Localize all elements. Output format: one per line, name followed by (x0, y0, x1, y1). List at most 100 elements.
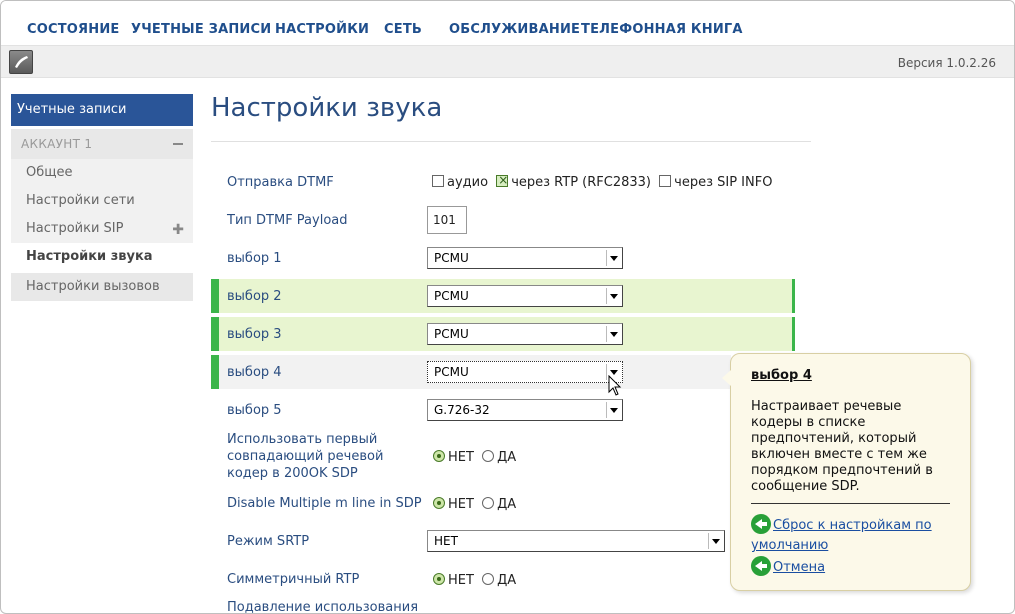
dtmf-label: Отправка DTMF (227, 175, 334, 190)
first-codec-label: Использовать первый совпадающий речевой … (227, 432, 384, 481)
dtmf-rtp-label: через RTP (RFC2833) (511, 175, 651, 190)
cancel-link[interactable]: Отмена (751, 556, 950, 578)
disable-mline-yes-radio[interactable] (482, 497, 495, 509)
disable-mline-no-label: НЕТ (448, 497, 474, 512)
chevron-down-icon (606, 288, 620, 304)
nav-settings[interactable]: НАСТРОЙКИ (275, 22, 369, 37)
expand-icon[interactable]: ✚ (172, 222, 184, 238)
nav-network[interactable]: СЕТЬ (384, 22, 422, 37)
row-first-codec: Использовать первый совпадающий речевой … (211, 431, 711, 487)
choice-3-label: выбор 3 (227, 327, 282, 342)
chevron-down-icon (606, 250, 620, 266)
cancel-label: Отмена (773, 560, 826, 575)
row-choice-4: выбор 4 PCMU (211, 355, 731, 389)
sym-rtp-options: НЕТ ДА (433, 573, 520, 588)
choice-5-label: выбор 5 (227, 403, 282, 418)
choice-4-select[interactable]: PCMU (427, 361, 623, 383)
chevron-down-icon (708, 533, 722, 549)
dtmf-audio-label: аудио (447, 175, 489, 190)
help-tooltip: выбор 4 Настраивает речевые кодеры в спи… (722, 353, 971, 591)
tooltip-body: Настраивает речевые кодеры в списке пред… (751, 399, 933, 494)
row-choice-3: выбор 3 PCMU (211, 317, 795, 351)
choice-2-value: PCMU (434, 289, 469, 303)
choice-5-value: G.726-32 (434, 403, 490, 417)
payload-input[interactable]: 101 (427, 206, 467, 234)
disable-mline-yes-label: ДА (497, 497, 517, 512)
first-codec-no-radio[interactable] (433, 450, 445, 462)
choice-2-select[interactable]: PCMU (427, 285, 623, 307)
sidebar-item-label: Настройки вызовов (26, 279, 160, 294)
row-choice-1: выбор 1 PCMU (211, 241, 795, 275)
top-navigation: СОСТОЯНИЕ УЧЕТНЫЕ ЗАПИСИ НАСТРОЙКИ СЕТЬ … (1, 1, 1014, 45)
first-codec-yes-radio[interactable] (482, 450, 495, 462)
sidebar-item-sip[interactable]: Настройки SIP ✚ (11, 215, 193, 243)
sidebar-header[interactable]: Учетные записи (11, 94, 193, 126)
disable-mline-options: НЕТ ДА (433, 497, 520, 512)
sidebar-account[interactable]: АККАУНТ 1 (11, 129, 193, 159)
chevron-down-icon (606, 326, 620, 342)
sym-rtp-no-radio[interactable] (433, 573, 445, 585)
reset-defaults-link[interactable]: Сброс к настройкам по умолчанию (751, 514, 950, 556)
sidebar-item-label: Настройки SIP (26, 221, 124, 236)
mouse-cursor-icon (608, 375, 622, 396)
choice-2-label: выбор 2 (227, 289, 282, 304)
sym-rtp-yes-radio[interactable] (482, 573, 495, 585)
tooltip-pointer (722, 370, 731, 386)
title-divider (211, 141, 811, 142)
sidebar-item-calls[interactable]: Настройки вызовов (11, 273, 193, 301)
nav-accounts[interactable]: УЧЕТНЫЕ ЗАПИСИ (131, 22, 271, 37)
row-choice-5: выбор 5 G.726-32 (211, 393, 711, 427)
collapse-icon[interactable] (173, 143, 183, 145)
dtmf-options: аудио через RTP (RFC2833) через SIP INFO (432, 173, 776, 190)
version-label: Версия 1.0.2.26 (897, 56, 996, 70)
suppress-label: Подавление использования (227, 600, 419, 614)
sym-rtp-no-label: НЕТ (448, 573, 474, 588)
sub-bar: Версия 1.0.2.26 (1, 45, 1014, 78)
choice-1-value: PCMU (434, 251, 469, 265)
nav-maintenance[interactable]: ОБСЛУЖИВАНИЕ (449, 22, 580, 37)
choice-1-label: выбор 1 (227, 251, 282, 266)
sidebar-account-label: АККАУНТ 1 (21, 137, 93, 151)
sidebar-item-network[interactable]: Настройки сети (11, 187, 193, 215)
choice-4-label: выбор 4 (227, 365, 282, 380)
chevron-down-icon (606, 402, 620, 418)
first-codec-options: НЕТ ДА (433, 450, 520, 465)
choice-3-value: PCMU (434, 327, 469, 341)
dtmf-sipinfo-checkbox[interactable] (659, 175, 672, 187)
page-title: Настройки звука (211, 93, 443, 123)
disable-mline-no-radio[interactable] (433, 497, 445, 509)
app-window: СОСТОЯНИЕ УЧЕТНЫЕ ЗАПИСИ НАСТРОЙКИ СЕТЬ … (0, 0, 1015, 614)
nav-status[interactable]: СОСТОЯНИЕ (27, 22, 120, 37)
back-arrow-icon (751, 556, 771, 576)
back-arrow-icon (751, 514, 771, 534)
sym-rtp-label: Симметричный RTP (227, 572, 360, 587)
first-codec-no-label: НЕТ (448, 450, 474, 465)
dtmf-audio-checkbox[interactable] (432, 175, 444, 187)
dtmf-rtp-checkbox[interactable] (496, 173, 508, 187)
sidebar-item-label: Общее (26, 165, 73, 180)
reset-defaults-label: Сброс к настройкам по умолчанию (751, 518, 932, 553)
disable-mline-label: Disable Multiple m line in SDP (227, 496, 422, 511)
choice-3-select[interactable]: PCMU (427, 323, 623, 345)
sidebar-item-audio[interactable]: Настройки звука (11, 243, 193, 271)
first-codec-yes-label: ДА (497, 450, 517, 465)
phone-handset-icon (9, 50, 33, 74)
row-payload: Тип DTMF Payload 101 (211, 205, 795, 239)
tooltip-title: выбор 4 (751, 368, 812, 383)
sidebar-item-label: Настройки звука (26, 249, 153, 264)
sym-rtp-yes-label: ДА (497, 573, 517, 588)
srtp-select[interactable]: НЕТ (427, 530, 725, 552)
row-sym-rtp: Симметричный RTP НЕТ ДА (211, 569, 711, 603)
choice-1-select[interactable]: PCMU (427, 247, 623, 269)
sidebar-item-general[interactable]: Общее (11, 159, 193, 187)
row-dtmf: Отправка DTMF аудио через RTP (RFC2833) … (211, 171, 795, 205)
srtp-label: Режим SRTP (227, 534, 310, 549)
sidebar-item-label: Настройки сети (26, 193, 135, 208)
choice-5-select[interactable]: G.726-32 (427, 399, 623, 421)
row-choice-2: выбор 2 PCMU (211, 279, 795, 313)
tooltip-divider (751, 503, 950, 504)
nav-phonebook[interactable]: ТЕЛЕФОННАЯ КНИГА (581, 22, 743, 37)
sidebar: Учетные записи АККАУНТ 1 Общее Настройки… (11, 94, 193, 301)
choice-4-value: PCMU (434, 365, 469, 379)
dtmf-sipinfo-label: через SIP INFO (674, 175, 773, 190)
